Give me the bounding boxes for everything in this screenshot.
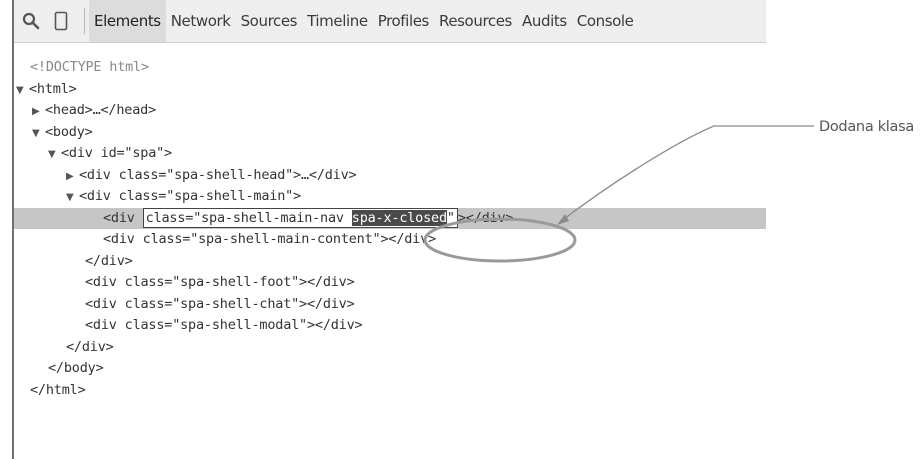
expanded-triangle-icon[interactable]: ▼ [16, 80, 29, 102]
collapsed-triangle-icon[interactable]: ▶ [66, 166, 79, 188]
dom-node-spa-shell-chat[interactable]: <div class="spa-shell-chat"></div> [14, 294, 766, 316]
dom-node-html[interactable]: ▼ <html> [14, 79, 766, 101]
dom-tree: <!DOCTYPE html> ▼ <html> ▶ <head>…</head> … [14, 57, 766, 401]
annotation-label: Dodana klasa [819, 119, 914, 135]
dom-node-spa-shell-modal[interactable]: <div class="spa-shell-modal"></div> [14, 315, 766, 337]
dom-node-close-html[interactable]: </html> [14, 380, 766, 402]
attribute-edit-field[interactable]: class="spa-shell-main-nav spa-x-closed" [142, 207, 458, 228]
dom-node-spa-shell-main-nav-selected[interactable]: <div class="spa-shell-main-nav spa-x-clo… [14, 207, 766, 229]
dom-node-body[interactable]: ▼ <body> [14, 122, 766, 144]
dom-node-close-div[interactable]: </div> [14, 337, 766, 359]
toolbar-separator [84, 8, 85, 34]
expanded-triangle-icon[interactable]: ▼ [48, 144, 61, 166]
tab-bar: Elements Network Sources Timeline Profiles Re… [89, 0, 639, 42]
expanded-triangle-icon[interactable]: ▼ [32, 123, 45, 145]
tab-timeline[interactable]: Timeline [302, 0, 373, 42]
dom-node-head[interactable]: ▶ <head>…</head> [14, 100, 766, 122]
device-icon[interactable] [48, 6, 74, 36]
search-icon[interactable] [18, 6, 44, 36]
dom-node-div-spa[interactable]: ▼ <div id="spa"> [14, 143, 766, 165]
dom-node-spa-shell-head[interactable]: ▶ <div class="spa-shell-head">…</div> [14, 165, 766, 187]
dom-node-doctype[interactable]: <!DOCTYPE html> [14, 57, 766, 79]
dom-node-close-body[interactable]: </body> [14, 358, 766, 380]
dom-node-spa-shell-main[interactable]: ▼ <div class="spa-shell-main"> [14, 186, 766, 208]
dom-node-close-div[interactable]: </div> [14, 251, 766, 273]
expanded-triangle-icon[interactable]: ▼ [66, 187, 79, 209]
devtools-toolbar: Elements Network Sources Timeline Profiles Re… [14, 0, 766, 43]
tab-resources[interactable]: Resources [434, 0, 517, 42]
added-class-highlight: spa-x-closed [351, 209, 447, 226]
dom-node-spa-shell-main-content[interactable]: <div class="spa-shell-main-content"></di… [14, 229, 766, 251]
tab-audits[interactable]: Audits [517, 0, 572, 42]
tab-profiles[interactable]: Profiles [373, 0, 434, 42]
tab-console[interactable]: Console [572, 0, 639, 42]
devtools-panel: Elements Network Sources Timeline Profiles Re… [12, 0, 766, 459]
collapsed-triangle-icon[interactable]: ▶ [32, 101, 45, 123]
tab-elements[interactable]: Elements [89, 0, 166, 42]
dom-node-spa-shell-foot[interactable]: <div class="spa-shell-foot"></div> [14, 272, 766, 294]
tab-sources[interactable]: Sources [236, 0, 303, 42]
tab-network[interactable]: Network [166, 0, 236, 42]
